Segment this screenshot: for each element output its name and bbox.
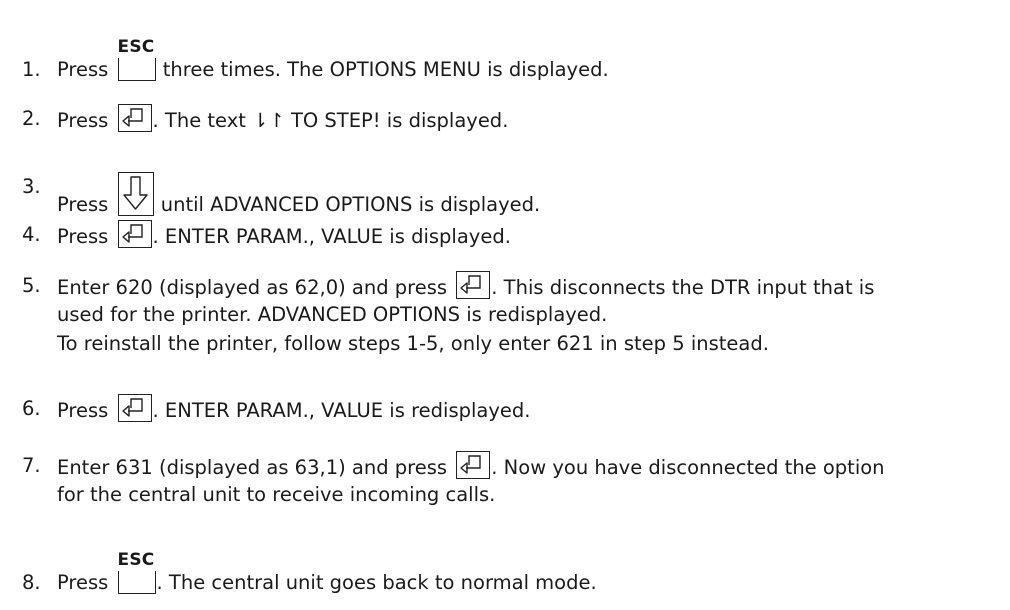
step-text: To reinstall the printer, follow steps 1… — [57, 332, 769, 355]
step-number: 7. — [22, 454, 41, 477]
step-number: 4. — [22, 223, 41, 246]
step-text: . The central unit goes back to normal m… — [156, 571, 597, 594]
esc-key-label: ESC — [117, 550, 155, 570]
step-text: . ENTER PARAM., VALUE is displayed. — [152, 225, 511, 248]
enter-key-icon — [117, 220, 152, 248]
step-text: Enter 620 (displayed as 62,0) and press — [57, 276, 448, 299]
step-text: . Now you have disconnected the option — [491, 456, 885, 479]
step-text: . This disconnects the DTR input that is — [491, 276, 875, 299]
step-text: three times. The OPTIONS MENU is display… — [162, 58, 609, 81]
step-text: . ENTER PARAM., VALUE is redisplayed. — [152, 399, 531, 422]
instruction-document: 1. Press ESC three times. The OPTIONS ME… — [0, 0, 1010, 610]
esc-key-icon: ESC — [117, 38, 156, 81]
esc-key-icon: ESC — [117, 551, 156, 594]
step-text: used for the printer. ADVANCED OPTIONS i… — [57, 303, 608, 326]
step-text: until ADVANCED OPTIONS is displayed. — [160, 193, 541, 216]
enter-key-icon — [117, 394, 152, 422]
step-text: Press — [57, 225, 109, 248]
step-number: 1. — [22, 58, 41, 81]
step-text: Enter 631 (displayed as 63,1) and press — [57, 456, 448, 479]
step-text: Press — [57, 399, 109, 422]
step-number: 2. — [22, 107, 41, 130]
step-text: Press — [57, 193, 109, 216]
enter-key-icon — [456, 451, 491, 479]
down-arrow-key-icon — [117, 172, 154, 216]
step-text: Press — [57, 109, 109, 132]
enter-key-icon — [456, 271, 491, 299]
step-number: 6. — [22, 397, 41, 420]
step-text: . The text ⇂↾ TO STEP! is displayed. — [152, 109, 509, 132]
step-number: 8. — [22, 571, 41, 594]
step-text: for the central unit to receive incoming… — [57, 483, 496, 506]
esc-key-label: ESC — [117, 37, 155, 57]
step-number: 5. — [22, 274, 41, 297]
step-text: Press — [57, 58, 109, 81]
step-number: 3. — [22, 175, 41, 198]
step-text: Press — [57, 571, 109, 594]
enter-key-icon — [117, 104, 152, 132]
